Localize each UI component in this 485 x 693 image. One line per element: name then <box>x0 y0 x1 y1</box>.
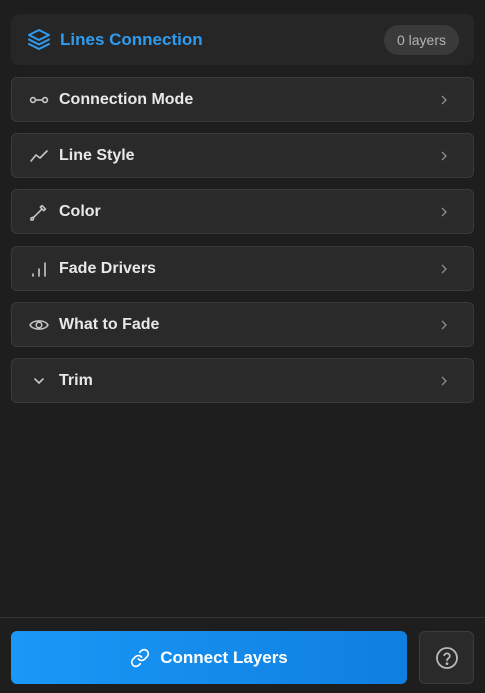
signal-bars-icon <box>32 262 46 277</box>
help-icon <box>435 646 458 669</box>
chevron-right-icon <box>441 95 447 105</box>
section-label: Trim <box>59 372 93 389</box>
layer-count-badge: 0 layers <box>383 25 459 55</box>
link-icon <box>131 648 150 667</box>
connection-mode-icon <box>29 96 49 104</box>
connect-layers-button[interactable]: Connect Layers <box>11 631 407 684</box>
section-connection-mode[interactable]: Connection Mode <box>11 77 474 122</box>
chevron-right-icon <box>441 376 447 386</box>
section-line-style[interactable]: Line Style <box>11 133 474 178</box>
section-label: Color <box>59 203 101 220</box>
panel-header: Lines Connection 0 layers <box>11 14 474 65</box>
help-button[interactable] <box>419 631 474 684</box>
line-chart-icon <box>30 150 48 162</box>
chevron-right-icon <box>441 151 447 161</box>
section-label: Line Style <box>59 147 135 164</box>
section-what-to-fade[interactable]: What to Fade <box>11 302 474 347</box>
section-trim[interactable]: Trim <box>11 358 474 403</box>
section-color[interactable]: Color <box>11 189 474 234</box>
eye-icon <box>29 320 49 330</box>
panel-title: Lines Connection <box>60 30 203 49</box>
section-fade-drivers[interactable]: Fade Drivers <box>11 246 474 291</box>
section-label: What to Fade <box>59 316 160 333</box>
eyedropper-icon <box>30 204 47 221</box>
section-label: Connection Mode <box>59 91 194 108</box>
chevron-right-icon <box>441 207 447 217</box>
layers-icon <box>28 29 50 50</box>
footer-divider <box>0 617 485 618</box>
chevron-right-icon <box>441 264 447 274</box>
chevron-right-icon <box>441 320 447 330</box>
chevron-down-icon <box>34 378 44 384</box>
section-label: Fade Drivers <box>59 260 156 277</box>
connect-layers-label: Connect Layers <box>160 647 288 667</box>
